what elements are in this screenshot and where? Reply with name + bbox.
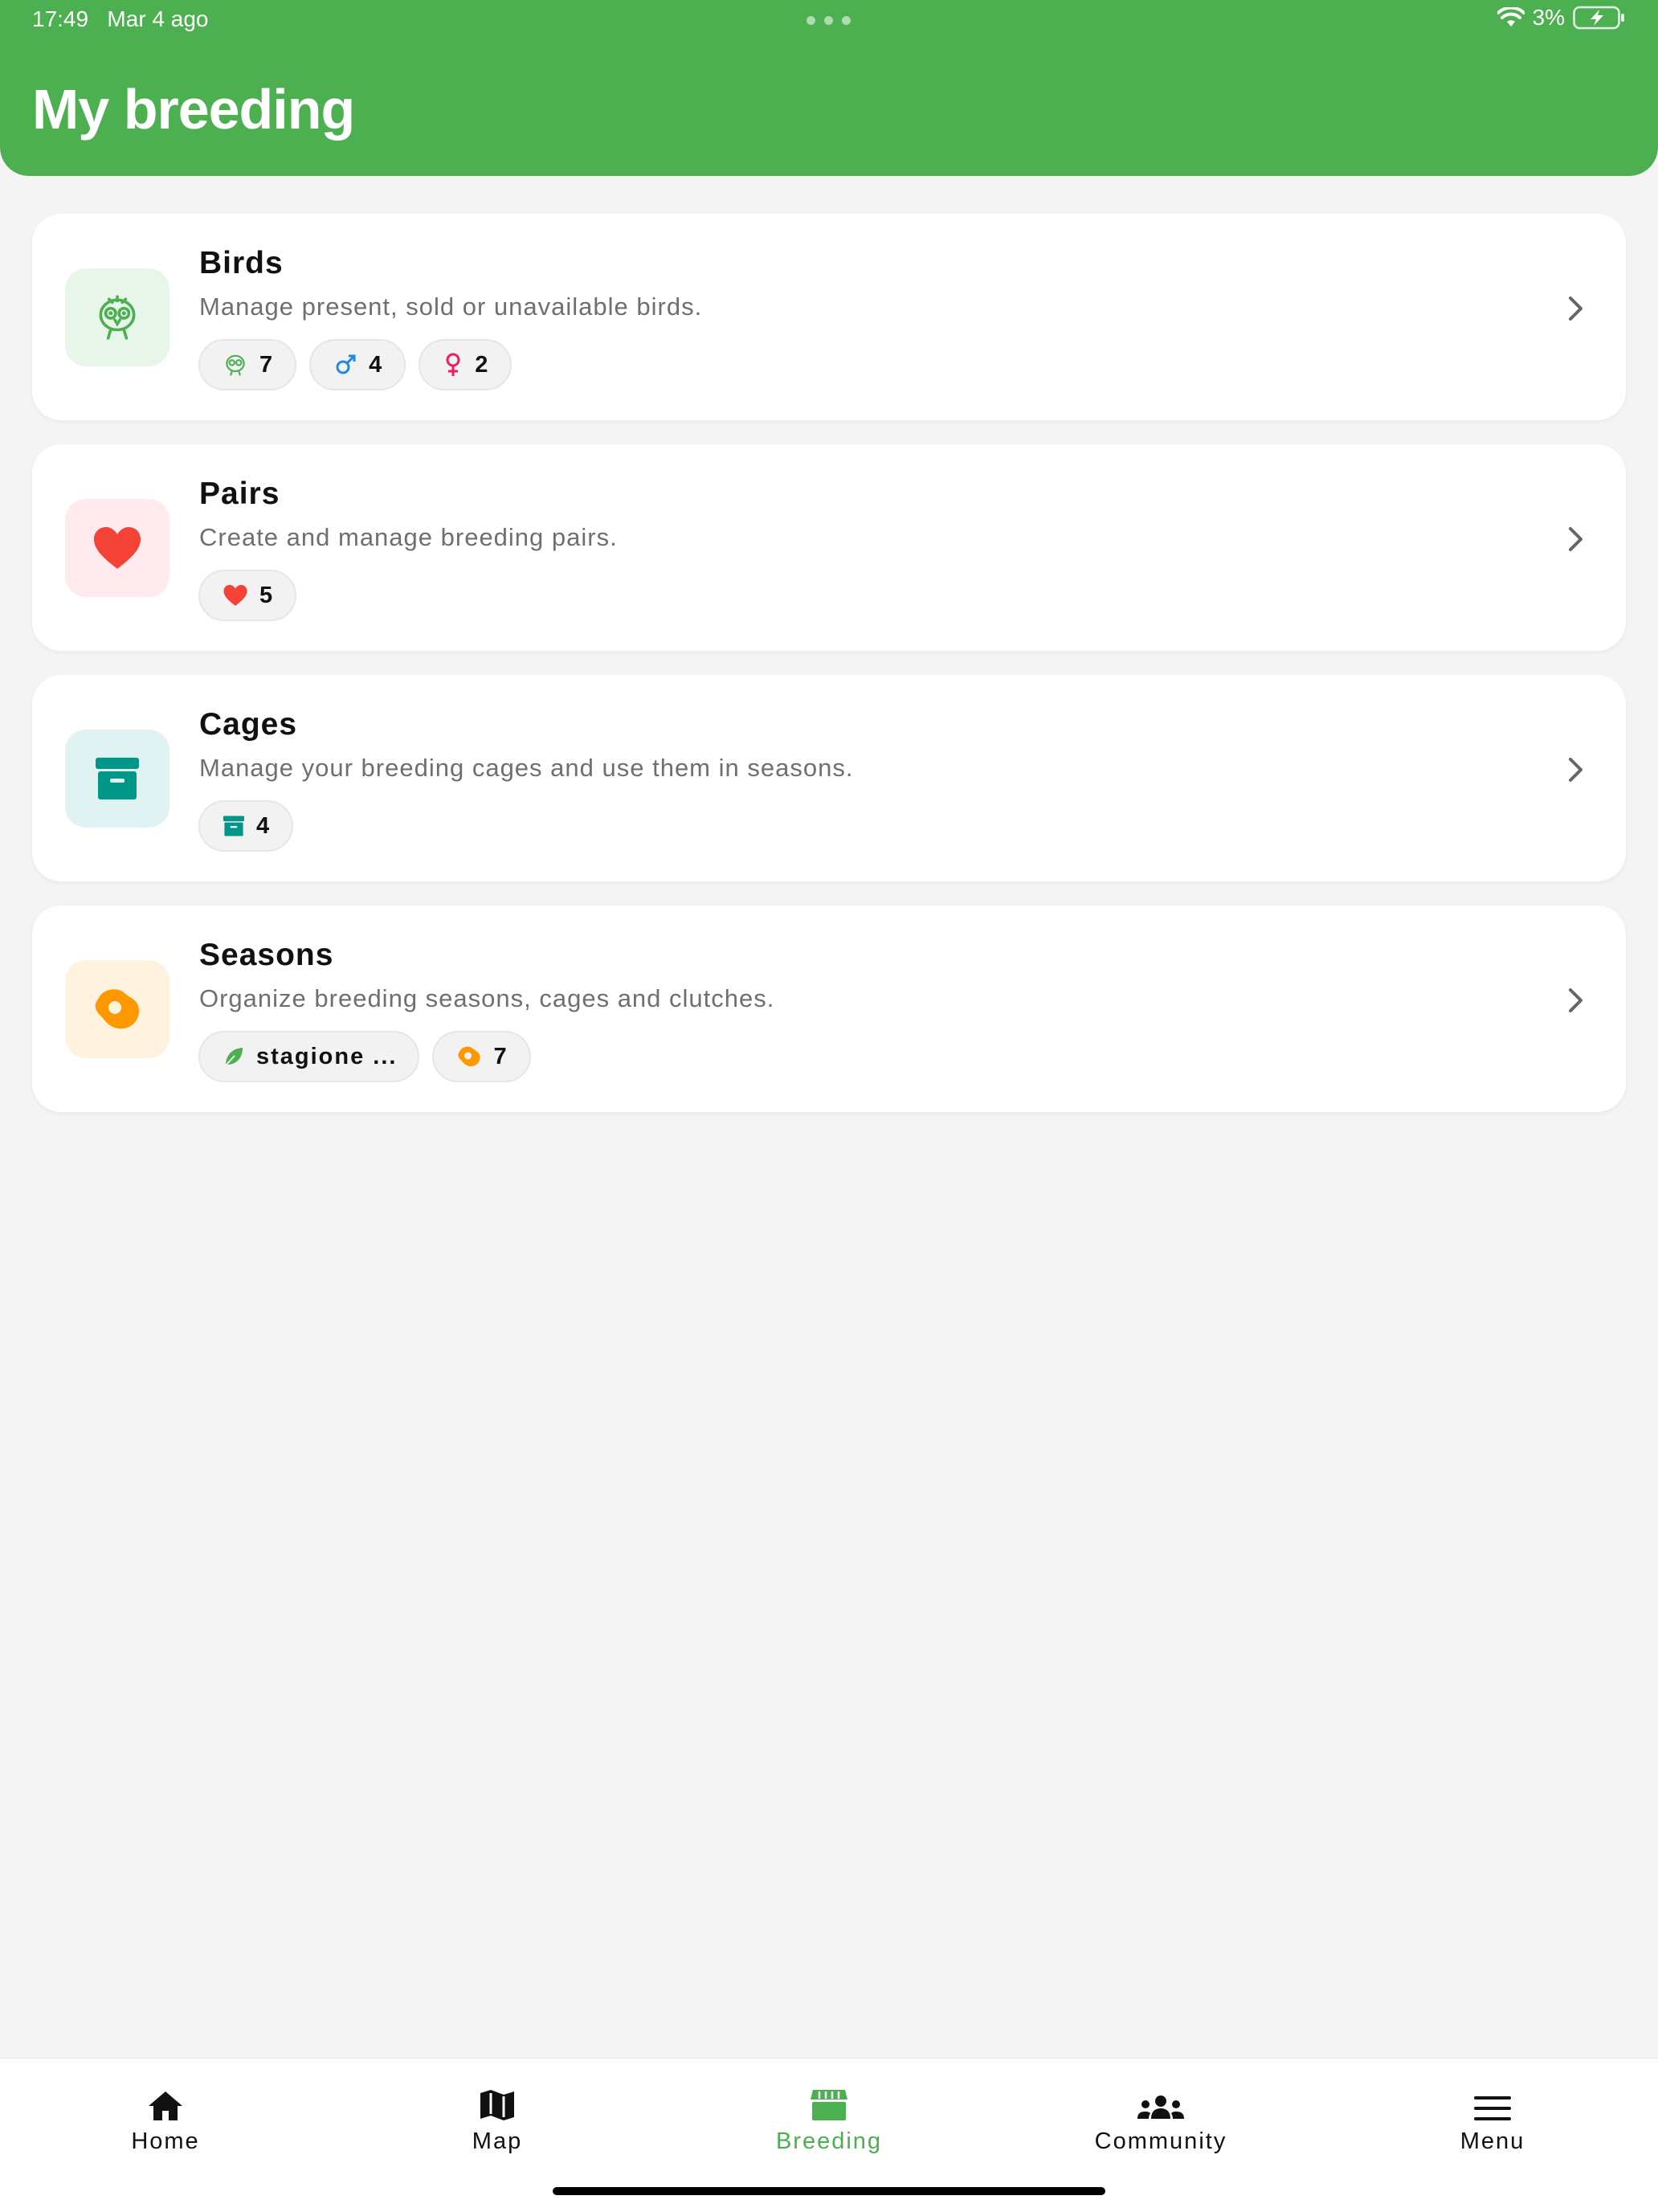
community-icon xyxy=(1137,2095,1184,2119)
card-description: Manage present, sold or unavailable bird… xyxy=(199,292,703,321)
chip-pairs-count: 5 xyxy=(198,570,297,621)
chip-female-count: 2 xyxy=(419,339,513,390)
card-pairs[interactable]: Pairs Create and manage breeding pairs. … xyxy=(32,444,1626,651)
nav-item-map[interactable]: Map xyxy=(377,2059,618,2155)
chevron-right-icon xyxy=(1569,296,1582,321)
chip-cages-count: 4 xyxy=(198,800,294,852)
nav-item-home[interactable]: Home xyxy=(45,2059,286,2155)
nav-label: Menu xyxy=(1460,2128,1525,2154)
leaf-icon xyxy=(223,1045,245,1068)
chip-group: 7 4 2 xyxy=(198,339,513,390)
chip-value: 4 xyxy=(369,351,384,378)
chip-birds-count: 7 xyxy=(198,339,297,390)
card-cages[interactable]: Cages Manage your breeding cages and use… xyxy=(32,675,1626,881)
nav-item-community[interactable]: Community xyxy=(1040,2059,1281,2155)
cage-icon xyxy=(65,730,169,828)
status-time: 17:49 Mar 4 ago xyxy=(32,6,209,31)
nav-label: Map xyxy=(472,2128,523,2154)
bird-icon xyxy=(223,352,248,378)
home-icon xyxy=(149,2091,182,2120)
wifi-icon xyxy=(1497,7,1525,27)
female-icon xyxy=(443,352,464,378)
battery-charging-icon xyxy=(1573,6,1624,30)
header: 17:49 Mar 4 ago 3% My breeding xyxy=(0,0,1658,176)
card-title: Seasons xyxy=(199,938,334,972)
card-description: Organize breeding seasons, cages and clu… xyxy=(199,984,775,1012)
heart-icon xyxy=(65,499,169,597)
bird-icon xyxy=(65,268,169,366)
chevron-right-icon xyxy=(1569,758,1582,782)
card-seasons[interactable]: Seasons Organize breeding seasons, cages… xyxy=(32,906,1626,1112)
card-title: Birds xyxy=(199,246,284,280)
home-indicator[interactable] xyxy=(553,2187,1105,2195)
card-title: Cages xyxy=(199,707,298,742)
chip-male-count: 4 xyxy=(309,339,406,390)
card-title: Pairs xyxy=(199,476,280,511)
egg-icon xyxy=(456,1045,482,1068)
page-title: My breeding xyxy=(32,78,355,141)
chip-value: 7 xyxy=(493,1043,508,1069)
chip-current-season: stagione ... xyxy=(198,1031,420,1082)
chevron-right-icon xyxy=(1569,988,1582,1012)
card-description: Manage your breeding cages and use them … xyxy=(199,754,854,782)
chip-value: stagione ... xyxy=(256,1043,398,1069)
chip-value: 5 xyxy=(259,582,275,608)
chevron-right-icon xyxy=(1569,527,1582,551)
card-birds[interactable]: Birds Manage present, sold or unavailabl… xyxy=(32,214,1626,420)
male-icon xyxy=(333,353,357,377)
chip-group: stagione ... 7 xyxy=(198,1031,531,1082)
nav-item-breeding[interactable]: Breeding xyxy=(709,2059,949,2155)
nav-item-menu[interactable]: Menu xyxy=(1372,2059,1613,2155)
menu-icon xyxy=(1474,2096,1511,2120)
multitasking-dots[interactable] xyxy=(807,16,851,25)
chip-value: 7 xyxy=(259,351,275,378)
egg-icon xyxy=(65,960,169,1058)
chip-value: 4 xyxy=(256,812,272,839)
nav-label: Breeding xyxy=(775,2128,883,2154)
chip-group: 5 xyxy=(198,570,297,621)
card-description: Create and manage breeding pairs. xyxy=(199,523,618,551)
nav-label: Community xyxy=(1094,2128,1227,2154)
battery-percent: 3% xyxy=(1532,5,1565,30)
map-icon xyxy=(480,2090,514,2120)
chip-group: 4 xyxy=(198,800,294,852)
status-indicators: 3% xyxy=(1497,5,1626,31)
chip-clutches-count: 7 xyxy=(432,1031,531,1082)
heart-icon xyxy=(223,584,248,607)
cage-icon xyxy=(223,815,245,837)
nav-label: Home xyxy=(131,2128,200,2154)
chip-value: 2 xyxy=(475,351,490,378)
store-icon xyxy=(811,2090,847,2120)
